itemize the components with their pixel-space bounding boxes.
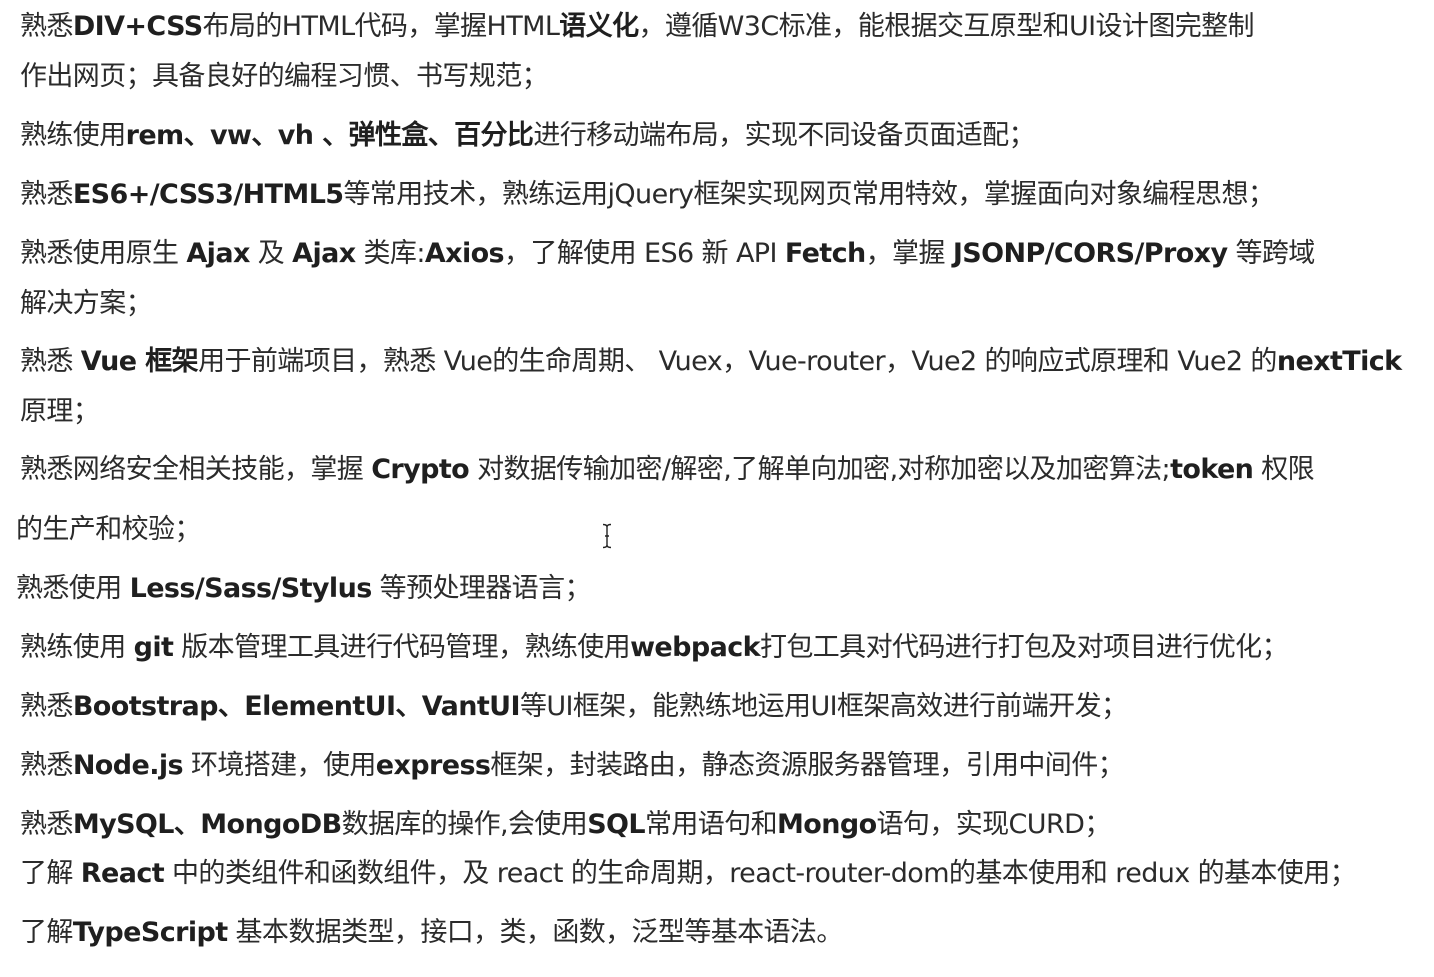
text-segment: 解决方案； [20, 288, 153, 319]
text-segment: 熟悉 [20, 179, 73, 210]
text-line: 熟悉ES6+/CSS3/HTML5等常用技术，熟练运用jQuery框架实现网页常… [20, 178, 1275, 212]
text-segment: 布局的HTML代码，掌握HTML [202, 11, 560, 42]
bold-text-segment: JSONP/CORS/Proxy [952, 238, 1228, 269]
bold-text-segment: rem、vw、vh 、弹性盒、百分比 [125, 120, 534, 151]
text-segment: 熟悉 [20, 11, 73, 42]
text-segment: 语句，实现CURD； [876, 809, 1112, 840]
bold-text-segment: SQL [587, 809, 645, 840]
text-line: 作出网页；具备良好的编程习惯、书写规范； [20, 60, 549, 94]
text-segment: 常用语句和 [645, 809, 778, 840]
text-line: 了解TypeScript 基本数据类型，接口，类，函数，泛型等基本语法。 [20, 916, 843, 950]
text-segment: 熟悉 [20, 346, 81, 377]
text-segment: ，掌握 [865, 238, 953, 269]
text-segment: 的生产和校验； [16, 514, 201, 545]
text-segment: 用于前端项目，熟悉 Vue的生命周期、 Vuex，Vue-router，Vue2… [198, 346, 1277, 377]
bold-text-segment: MySQL、MongoDB [72, 809, 342, 840]
text-segment: ，遵循W3C标准，能根据交互原型和UI设计图完整制 [638, 11, 1254, 42]
bold-text-segment: Node.js [72, 750, 184, 781]
text-segment: 对数据传输加密/解密,了解单向加密,对称加密以及加密算法; [469, 454, 1171, 485]
bold-text-segment: DIV+CSS [72, 11, 203, 42]
text-segment: 框架，封装路由，静态资源服务器管理，引用中间件； [490, 750, 1125, 781]
text-segment: 环境搭建，使用 [182, 750, 376, 781]
text-line: 了解 React 中的类组件和函数组件，及 react 的生命周期，react-… [20, 857, 1357, 891]
bold-text-segment: Vue 框架 [80, 346, 199, 377]
text-segment: 等跨域 [1227, 238, 1315, 269]
text-cursor-icon [602, 523, 612, 549]
bold-text-segment: nextTick [1276, 346, 1402, 377]
text-segment: 等UI框架，能熟练地运用UI框架高效进行前端开发； [519, 691, 1128, 722]
text-line: 熟悉网络安全相关技能，掌握 Crypto 对数据传输加密/解密,了解单向加密,对… [20, 453, 1315, 487]
bold-text-segment: Fetch [784, 238, 866, 269]
text-segment: 及 [249, 238, 293, 269]
text-line: 熟悉DIV+CSS布局的HTML代码，掌握HTML语义化，遵循W3C标准，能根据… [20, 10, 1255, 44]
text-segment: 中的类组件和函数组件，及 react 的生命周期，react-router-do… [164, 858, 1357, 889]
text-segment: 作出网页；具备良好的编程习惯、书写规范； [20, 61, 549, 92]
text-segment: 数据库的操作,会使用 [341, 809, 588, 840]
text-line: 熟练使用rem、vw、vh 、弹性盒、百分比进行移动端布局，实现不同设备页面适配… [20, 119, 1036, 153]
text-segment: 了解 [20, 858, 81, 889]
document-body: 熟悉DIV+CSS布局的HTML代码，掌握HTML语义化，遵循W3C标准，能根据… [0, 0, 1434, 977]
text-line: 熟练使用 git 版本管理工具进行代码管理，熟练使用webpack打包工具对代码… [20, 631, 1289, 665]
text-line: 解决方案； [20, 287, 153, 321]
bold-text-segment: Bootstrap、ElementUI、VantUI [72, 691, 521, 722]
bold-text-segment: React [80, 858, 165, 889]
bold-text-segment: token [1170, 454, 1254, 485]
text-segment: ，了解使用 ES6 新 API [504, 238, 785, 269]
text-segment: 类库: [355, 238, 426, 269]
bold-text-segment: express [375, 750, 491, 781]
text-segment: 了解 [20, 917, 73, 948]
text-segment: 基本数据类型，接口，类，函数，泛型等基本语法。 [227, 917, 844, 948]
text-segment: 熟悉使用原生 [20, 238, 187, 269]
text-line: 原理； [20, 395, 100, 429]
text-segment: 进行移动端布局，实现不同设备页面适配； [533, 120, 1035, 151]
text-line: 熟悉Bootstrap、ElementUI、VantUI等UI框架，能熟练地运用… [20, 690, 1128, 724]
text-segment: 熟练使用 [20, 632, 134, 663]
text-line: 熟悉Node.js 环境搭建，使用express框架，封装路由，静态资源服务器管… [20, 749, 1125, 783]
text-line: 熟悉使用原生 Ajax 及 Ajax 类库:Axios，了解使用 ES6 新 A… [20, 237, 1315, 271]
text-segment: 版本管理工具进行代码管理，熟练使用 [173, 632, 631, 663]
bold-text-segment: Axios [424, 238, 505, 269]
text-segment: 等预处理器语言； [371, 573, 592, 604]
text-line: 熟悉 Vue 框架用于前端项目，熟悉 Vue的生命周期、 Vuex，Vue-ro… [20, 345, 1402, 379]
bold-text-segment: TypeScript [72, 917, 228, 948]
text-segment: 熟悉 [20, 750, 73, 781]
bold-text-segment: Ajax [186, 238, 250, 269]
text-segment: 打包工具对代码进行打包及对项目进行优化； [759, 632, 1289, 663]
bold-text-segment: Ajax [292, 238, 356, 269]
bold-text-segment: webpack [630, 632, 760, 663]
bold-text-segment: Mongo [777, 809, 877, 840]
bold-text-segment: Crypto [371, 454, 470, 485]
text-segment: 熟悉 [20, 809, 73, 840]
text-segment: 熟悉 [20, 691, 73, 722]
text-segment: 熟悉网络安全相关技能，掌握 [20, 454, 372, 485]
text-segment: 权限 [1253, 454, 1315, 485]
bold-text-segment: Less/Sass/Stylus [129, 573, 373, 604]
text-segment: 熟悉使用 [16, 573, 130, 604]
text-line: 熟悉使用 Less/Sass/Stylus 等预处理器语言； [16, 572, 591, 606]
bold-text-segment: 语义化 [559, 11, 639, 42]
bold-text-segment: git [133, 632, 174, 663]
bold-text-segment: ES6+/CSS3/HTML5 [72, 179, 344, 210]
text-line: 的生产和校验； [16, 513, 201, 547]
text-segment: 熟练使用 [20, 120, 126, 151]
text-line: 熟悉MySQL、MongoDB数据库的操作,会使用SQL常用语句和Mongo语句… [20, 808, 1111, 842]
text-segment: 等常用技术，熟练运用jQuery框架实现网页常用特效，掌握面向对象编程思想； [343, 179, 1275, 210]
text-segment: 原理； [20, 396, 100, 427]
